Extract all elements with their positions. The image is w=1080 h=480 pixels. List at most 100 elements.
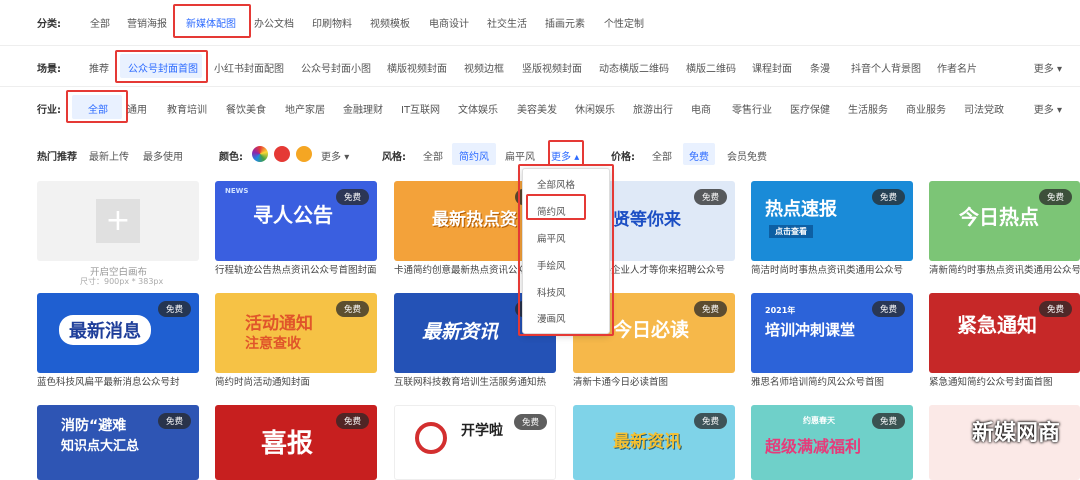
- category-illustration[interactable]: 插画元素: [545, 15, 585, 30]
- style-flat[interactable]: 扁平风: [505, 148, 535, 163]
- scene-hqr[interactable]: 横版二维码: [686, 60, 736, 75]
- free-badge: 免费: [871, 413, 905, 429]
- sort-most-used[interactable]: 最多使用: [143, 148, 183, 163]
- industry-food[interactable]: 餐饮美食: [226, 101, 266, 116]
- card-title: 今日必读: [613, 319, 690, 341]
- price-label: 价格:: [611, 152, 635, 163]
- industry-ecommerce[interactable]: 电商: [691, 101, 711, 116]
- scene-course-cover[interactable]: 课程封面: [752, 60, 792, 75]
- industry-realestate[interactable]: 地产家居: [285, 101, 325, 116]
- template-card[interactable]: 喜报 免费: [215, 405, 377, 480]
- scene-comic[interactable]: 条漫: [810, 60, 830, 75]
- scene-wechat-cover[interactable]: 公众号封面首图: [128, 60, 198, 75]
- card-caption: 行程轨迹公告热点资讯公众号首图封面: [215, 265, 377, 276]
- free-badge: 免费: [157, 301, 191, 317]
- template-card[interactable]: 最新消息 免费: [37, 293, 199, 373]
- chevron-down-icon: ▾: [1056, 64, 1062, 75]
- card-caption: 卡通简约创意最新热点资讯公众号: [394, 265, 522, 276]
- template-card[interactable]: 2021年 培训冲刺课堂 免费: [751, 293, 913, 373]
- alarm-clock-icon: [415, 422, 447, 454]
- card-title: 消防“避难: [61, 418, 127, 434]
- category-office[interactable]: 办公文档: [254, 15, 294, 30]
- card-title: 今日热点: [959, 205, 1039, 229]
- page: 分类: 全部 营销海报 新媒体配图 办公文档 印刷物料 视频模板 电商设计 社交…: [0, 0, 1080, 480]
- card-title: 最新资讯: [613, 432, 681, 452]
- free-badge: 免费: [157, 413, 191, 429]
- sort-hot[interactable]: 热门推荐: [37, 148, 77, 163]
- category-new-media[interactable]: 新媒体配图: [186, 15, 236, 30]
- template-card[interactable]: 约惠春天 超级满减福利 免费: [751, 405, 913, 480]
- card-caption: 简约时尚活动通知封面: [215, 377, 311, 388]
- template-card[interactable]: 热点速报 点击查看 免费: [751, 181, 913, 261]
- industry-general[interactable]: 通用: [127, 101, 147, 116]
- card-sub: 注意查收: [245, 336, 301, 352]
- free-badge: 免费: [1038, 301, 1072, 317]
- template-card[interactable]: 最新资讯 免费: [573, 405, 735, 480]
- template-card[interactable]: 寻人公告 NEWS 免费: [215, 181, 377, 261]
- category-custom[interactable]: 个性定制: [604, 15, 644, 30]
- category-social[interactable]: 社交生活: [487, 15, 527, 30]
- template-card[interactable]: 紧急通知 免费: [929, 293, 1080, 373]
- industry-education[interactable]: 教育培训: [167, 101, 207, 116]
- category-marketing-poster[interactable]: 营销海报: [127, 15, 167, 30]
- color-swatch-orange[interactable]: [296, 146, 312, 162]
- price-vip-free[interactable]: 会员免费: [727, 148, 767, 163]
- blank-canvas-card[interactable]: +: [37, 181, 199, 261]
- industry-all[interactable]: 全部: [88, 101, 108, 116]
- industry-travel[interactable]: 旅游出行: [633, 101, 673, 116]
- card-title: 热点速报: [765, 199, 837, 220]
- scene-douyin-bg[interactable]: 抖音个人背景图: [851, 60, 921, 75]
- card-sub: NEWS: [225, 187, 249, 195]
- color-swatch-red[interactable]: [274, 146, 290, 162]
- scene-author-card[interactable]: 作者名片: [937, 60, 977, 75]
- scene-hvideo-cover[interactable]: 横版视频封面: [387, 60, 447, 75]
- industry-finance[interactable]: 金融理财: [343, 101, 383, 116]
- industry-it[interactable]: IT互联网: [401, 101, 440, 116]
- card-caption: 蓝色科技风扁平最新消息公众号封: [37, 377, 180, 388]
- industry-business[interactable]: 商业服务: [906, 101, 946, 116]
- category-print[interactable]: 印刷物料: [312, 15, 352, 30]
- price-all[interactable]: 全部: [652, 148, 672, 163]
- card-title: 开学啦: [461, 423, 503, 439]
- color-more-label: 更多: [321, 152, 341, 163]
- style-all[interactable]: 全部: [423, 148, 443, 163]
- style-simple[interactable]: 简约风: [459, 148, 489, 163]
- industry-life[interactable]: 生活服务: [848, 101, 888, 116]
- template-card[interactable]: 活动通知 注意查收 免费: [215, 293, 377, 373]
- category-all[interactable]: 全部: [90, 15, 110, 30]
- card-caption: 紧急通知简约公众号封面首图: [929, 377, 1053, 388]
- category-row: 分类: 全部 营销海报 新媒体配图 办公文档 印刷物料 视频模板 电商设计 社交…: [0, 0, 1080, 42]
- card-sub: 知识点大汇总: [61, 439, 140, 454]
- scene-video-border[interactable]: 视频边框: [464, 60, 504, 75]
- industry-retail[interactable]: 零售行业: [732, 101, 772, 116]
- industry-more-dropdown[interactable]: 更多 ▾: [1034, 101, 1062, 116]
- industry-medical[interactable]: 医疗保健: [790, 101, 830, 116]
- chevron-down-icon: ▾: [1056, 105, 1062, 116]
- template-card[interactable]: 开学啦 免费: [394, 405, 556, 480]
- scene-xhs-cover[interactable]: 小红书封面配图: [214, 60, 284, 75]
- card-title: 紧急通知: [957, 313, 1037, 337]
- color-swatch-multicolor[interactable]: [252, 146, 268, 162]
- sort-latest[interactable]: 最新上传: [89, 148, 129, 163]
- template-card[interactable]: 消防“避难 知识点大汇总 免费: [37, 405, 199, 480]
- category-ecommerce[interactable]: 电商设计: [429, 15, 469, 30]
- industry-leisure[interactable]: 休闲娱乐: [575, 101, 615, 116]
- template-card[interactable]: 今日热点 免费: [929, 181, 1080, 261]
- color-more[interactable]: 更多 ▾: [321, 148, 349, 163]
- scene-more-dropdown[interactable]: 更多 ▾: [1034, 60, 1062, 75]
- industry-judicial[interactable]: 司法党政: [964, 101, 1004, 116]
- industry-beauty[interactable]: 美容美发: [517, 101, 557, 116]
- scene-more-label: 更多: [1033, 64, 1054, 75]
- card-title: 寻人公告: [253, 203, 333, 227]
- price-free[interactable]: 免费: [689, 148, 709, 163]
- card-title: 活动通知: [245, 314, 313, 334]
- card-title: 最新资讯: [422, 321, 499, 343]
- scene-vvideo-cover[interactable]: 竖版视频封面: [522, 60, 582, 75]
- free-badge: 免费: [335, 189, 369, 205]
- category-video[interactable]: 视频模板: [370, 15, 410, 30]
- card-title: 最新消息: [59, 315, 151, 345]
- scene-wechat-small[interactable]: 公众号封面小图: [301, 60, 371, 75]
- scene-recommend[interactable]: 推荐: [89, 60, 109, 75]
- scene-dynamic-qr[interactable]: 动态横版二维码: [599, 60, 669, 75]
- industry-sports[interactable]: 文体娱乐: [458, 101, 498, 116]
